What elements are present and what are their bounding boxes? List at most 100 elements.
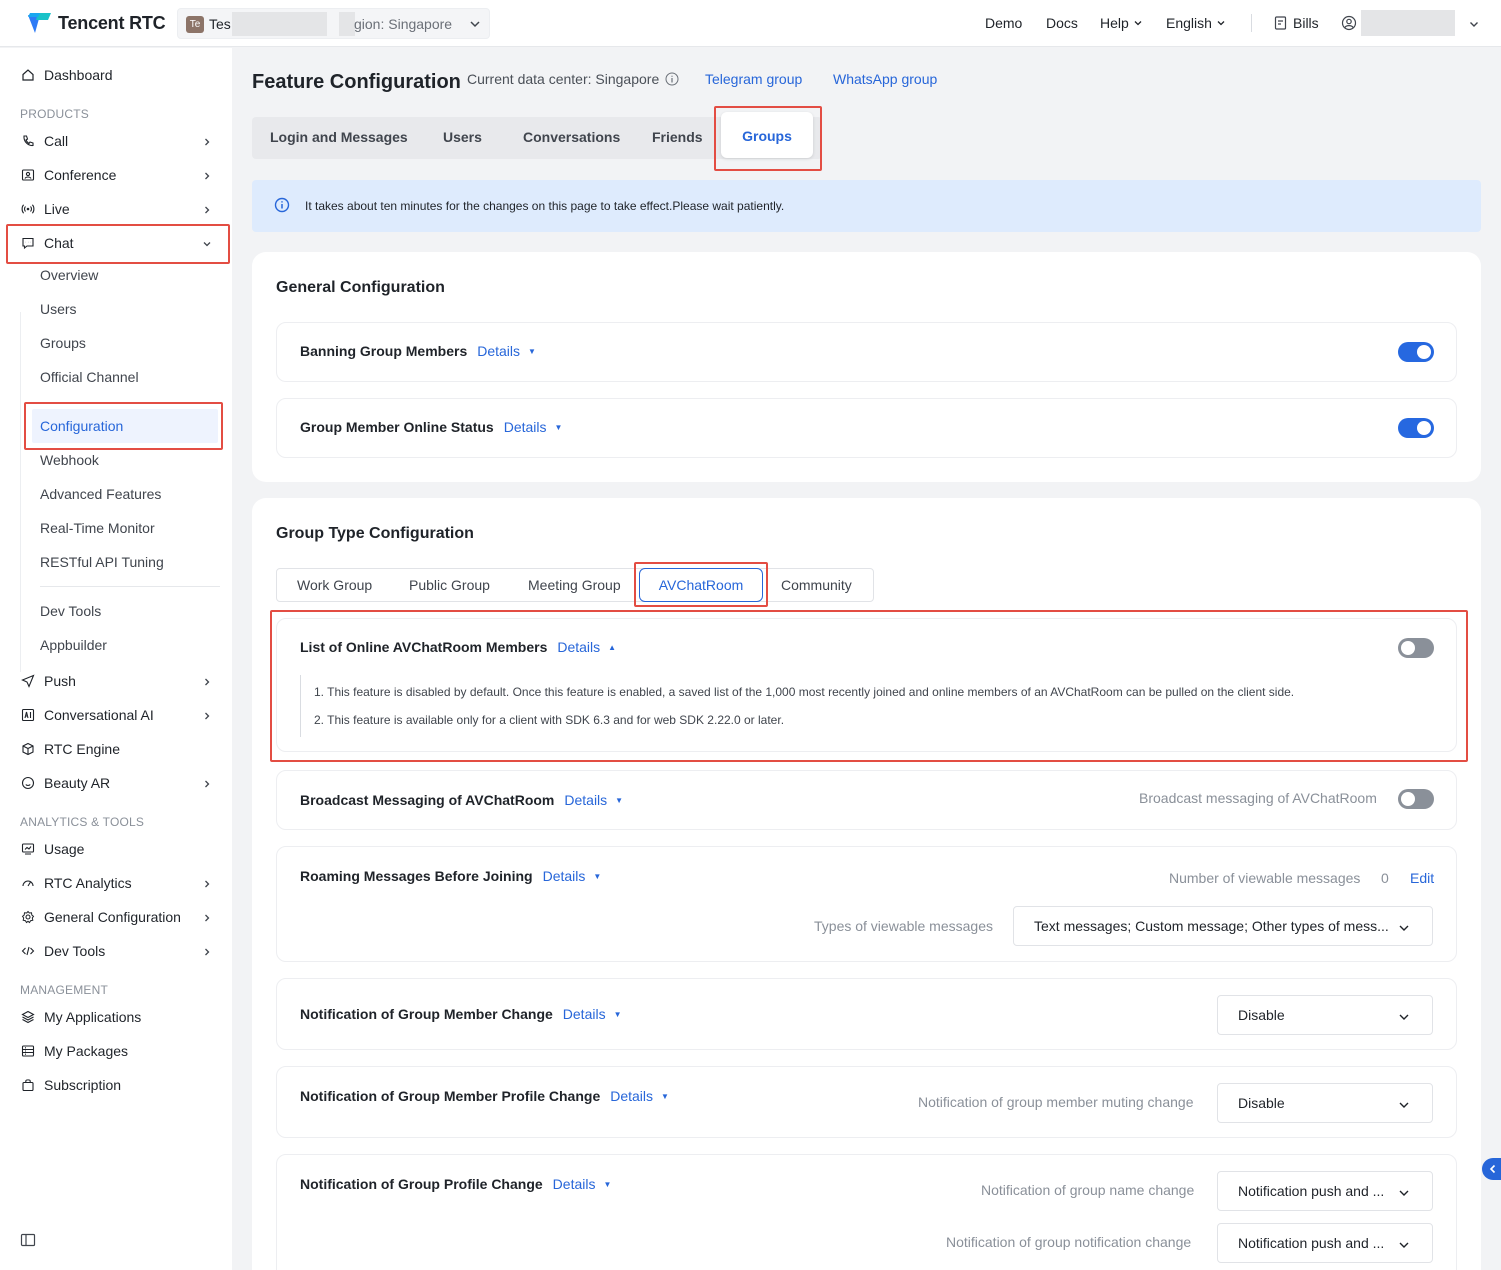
sidebar-subitem-configuration[interactable]: Configuration: [40, 418, 123, 434]
sidebar-item-rtc-engine[interactable]: RTC Engine: [20, 737, 120, 761]
data-center-info: Current data center: Singapore: [467, 71, 679, 87]
sidebar-subitem-appbuilder[interactable]: Appbuilder: [40, 637, 107, 653]
caret-down-icon[interactable]: ▼: [661, 1092, 669, 1101]
sidebar-item-label: My Packages: [44, 1043, 129, 1059]
sidebar-item-label: Dashboard: [44, 67, 113, 83]
sidebar-subitem-restful-api[interactable]: RESTful API Tuning: [40, 554, 164, 570]
group-notification-change-select[interactable]: Notification push and ...: [1217, 1223, 1433, 1263]
send-icon: [20, 673, 36, 689]
sidebar-item-my-packages[interactable]: My Packages: [20, 1039, 128, 1063]
conference-icon: [20, 167, 36, 183]
sidebar-item-dashboard[interactable]: Dashboard: [20, 63, 113, 87]
tab-community[interactable]: Community: [781, 577, 852, 593]
feature-description: 1. This feature is disabled by default. …: [300, 675, 1433, 737]
nav-language[interactable]: English: [1166, 15, 1226, 31]
sidebar-item-rtc-analytics[interactable]: RTC Analytics: [20, 871, 132, 895]
nav-bills[interactable]: Bills: [1273, 15, 1319, 31]
nav-help[interactable]: Help: [1100, 15, 1143, 31]
sidebar-subitem-overview[interactable]: Overview: [40, 267, 98, 283]
online-status-toggle[interactable]: [1398, 418, 1434, 438]
sidebar-subitem-official-channel[interactable]: Official Channel: [40, 369, 139, 385]
chevron-right-icon: [205, 138, 210, 146]
tab-login-and-messages[interactable]: Login and Messages: [270, 129, 408, 145]
sidebar-item-label: My Applications: [44, 1009, 142, 1025]
sidebar-subitem-groups[interactable]: Groups: [40, 335, 86, 351]
broadcast-hint: Broadcast messaging of AVChatRoom: [1139, 790, 1377, 806]
sidebar-item-my-applications[interactable]: My Applications: [20, 1005, 141, 1029]
info-icon: [274, 197, 290, 216]
details-link[interactable]: Details: [504, 419, 547, 435]
sidebar-item-live[interactable]: Live: [20, 197, 70, 221]
whatsapp-group-link[interactable]: WhatsApp group: [833, 71, 937, 87]
telegram-group-link[interactable]: Telegram group: [705, 71, 802, 87]
details-link[interactable]: Details: [557, 639, 600, 655]
chevron-right-icon: [205, 948, 210, 956]
sidebar-subitem-dev-tools[interactable]: Dev Tools: [40, 603, 101, 619]
app-switcher[interactable]: Te Tes gion: Singapore: [177, 8, 490, 39]
caret-down-icon[interactable]: ▼: [615, 796, 623, 805]
caret-down-icon[interactable]: ▼: [614, 1010, 622, 1019]
details-link[interactable]: Details: [564, 792, 607, 808]
caret-down-icon[interactable]: ▼: [593, 872, 601, 881]
setting-title: Broadcast Messaging of AVChatRoom Details…: [300, 792, 623, 808]
tab-friends[interactable]: Friends: [652, 129, 703, 145]
tab-users[interactable]: Users: [443, 129, 482, 145]
caret-down-icon[interactable]: ▼: [603, 1180, 611, 1189]
setting-title: Notification of Group Profile Change Deta…: [300, 1176, 611, 1192]
viewable-types-select[interactable]: Text messages; Custom message; Other typ…: [1013, 906, 1433, 946]
sidebar-item-conference[interactable]: Conference: [20, 163, 116, 187]
sidebar-subitem-advanced-features[interactable]: Advanced Features: [40, 486, 161, 502]
sidebar-item-push[interactable]: Push: [20, 669, 76, 693]
side-panel-toggle[interactable]: [1482, 1158, 1501, 1180]
muting-change-select[interactable]: Disable: [1217, 1083, 1433, 1123]
nav-docs[interactable]: Docs: [1046, 15, 1078, 31]
tab-meeting-group[interactable]: Meeting Group: [528, 577, 621, 593]
sidebar-subitem-webhook[interactable]: Webhook: [40, 452, 99, 468]
info-icon[interactable]: [665, 72, 679, 86]
submenu-divider: [40, 586, 220, 587]
details-link[interactable]: Details: [543, 868, 586, 884]
sidebar-item-call[interactable]: Call: [20, 129, 68, 153]
tab-work-group[interactable]: Work Group: [297, 577, 372, 593]
sidebar-item-usage[interactable]: Usage: [20, 837, 84, 861]
online-members-list-toggle[interactable]: [1398, 638, 1434, 658]
sidebar-item-chat[interactable]: Chat: [20, 231, 74, 255]
chevron-right-icon: [205, 880, 210, 888]
details-link[interactable]: Details: [553, 1176, 596, 1192]
caret-down-icon[interactable]: ▼: [555, 423, 563, 432]
banning-toggle[interactable]: [1398, 342, 1434, 362]
edit-viewable-count-button[interactable]: Edit: [1410, 870, 1434, 886]
setting-title-label: Roaming Messages Before Joining: [300, 868, 533, 884]
broadcast-toggle[interactable]: [1398, 789, 1434, 809]
sidebar-subitem-users[interactable]: Users: [40, 301, 77, 317]
caret-up-icon[interactable]: ▲: [608, 643, 616, 652]
member-change-select[interactable]: Disable: [1217, 995, 1433, 1035]
chevron-down-icon[interactable]: [1468, 17, 1480, 33]
tab-avchatroom[interactable]: AVChatRoom: [639, 568, 763, 602]
tab-public-group[interactable]: Public Group: [409, 577, 490, 593]
tab-groups[interactable]: Groups: [721, 112, 813, 158]
sidebar-subitem-realtime-monitor[interactable]: Real-Time Monitor: [40, 520, 155, 536]
sidebar-item-label: Usage: [44, 841, 85, 857]
nav-demo[interactable]: Demo: [985, 15, 1022, 31]
section-title: General Configuration: [276, 279, 445, 296]
user-icon[interactable]: [1341, 15, 1357, 34]
caret-down-icon[interactable]: ▼: [528, 347, 536, 356]
brand-logo[interactable]: Tencent RTC: [26, 11, 166, 35]
details-link[interactable]: Details: [610, 1088, 653, 1104]
select-value: Notification push and ...: [1238, 1183, 1385, 1199]
details-link[interactable]: Details: [563, 1006, 606, 1022]
tab-avchatroom-label: AVChatRoom: [658, 577, 744, 593]
group-name-change-select[interactable]: Notification push and ...: [1217, 1171, 1433, 1211]
sidebar-collapse-icon[interactable]: [20, 1232, 36, 1251]
details-link[interactable]: Details: [477, 343, 520, 359]
sidebar-item-subscription[interactable]: Subscription: [20, 1073, 121, 1097]
top-bar: Tencent RTC Te Tes gion: Singapore Demo …: [0, 0, 1501, 47]
sidebar-item-dev-tools[interactable]: Dev Tools: [20, 939, 105, 963]
viewable-types-label: Types of viewable messages: [814, 918, 993, 934]
sidebar-item-beauty-ar[interactable]: Beauty AR: [20, 771, 110, 795]
sidebar-item-general-configuration[interactable]: General Configuration: [20, 905, 181, 929]
tab-conversations[interactable]: Conversations: [523, 129, 620, 145]
sidebar-item-conversational-ai[interactable]: Conversational AI: [20, 703, 154, 727]
cube-icon: [20, 741, 36, 757]
